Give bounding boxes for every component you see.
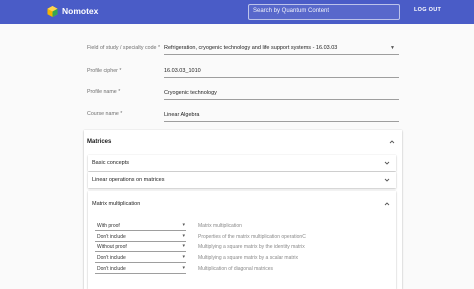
chevron-down-icon[interactable] [384, 177, 390, 183]
field-of-study-select[interactable]: Refrigeration, cryogenic technology and … [164, 45, 337, 51]
field-underline [164, 77, 399, 78]
matrices-panel-title[interactable]: Matrices [87, 139, 111, 145]
dropdown-arrow-icon: ▾ [182, 254, 185, 260]
field-underline [164, 121, 399, 122]
inclusion-select-value: Without proof [97, 244, 127, 250]
dropdown-arrow-icon: ▾ [182, 265, 185, 271]
basic-concepts-panel[interactable] [88, 155, 396, 171]
inclusion-select[interactable]: With proof ▾ [95, 222, 186, 231]
field-underline [164, 99, 399, 100]
inclusion-select-value: Don't include [97, 234, 126, 240]
topic-description: Multiplying a square matrix by a scalar … [198, 255, 299, 261]
chevron-down-icon[interactable] [384, 160, 390, 166]
inclusion-select[interactable]: Don't include ▾ [95, 265, 186, 274]
chevron-up-icon[interactable] [384, 201, 390, 207]
chevron-down-icon[interactable]: ▼ [390, 45, 395, 51]
inclusion-select-value: With proof [97, 223, 120, 229]
course-name-label: Course name * [87, 111, 123, 117]
profile-name-label: Profile name * [87, 89, 121, 95]
linear-operations-title[interactable]: Linear operations on matrices [92, 177, 164, 183]
app-bar: Nomotex Search by Quantum Content LOG OU… [0, 0, 474, 24]
inclusion-select[interactable]: Don't include ▾ [95, 233, 186, 242]
inclusion-select[interactable]: Don't include ▾ [95, 254, 186, 263]
search-placeholder: Search by Quantum Content [253, 8, 330, 14]
dropdown-arrow-icon: ▾ [182, 233, 185, 239]
matrix-multiplication-title[interactable]: Matrix multiplication [92, 201, 140, 207]
topic-description: Multiplying a square matrix by the ident… [198, 244, 305, 250]
profile-name-field[interactable]: Cryogenic technology [164, 90, 217, 96]
dropdown-arrow-icon: ▾ [182, 243, 185, 249]
field-underline [164, 54, 399, 55]
inclusion-select-value: Don't include [97, 266, 126, 272]
basic-concepts-title[interactable]: Basic concepts [92, 160, 129, 166]
topic-description: Properties of the matrix multiplication … [198, 234, 306, 240]
course-name-field[interactable]: Linear Algebra [164, 112, 199, 118]
field-of-study-label: Field of study / specialty code * [87, 45, 161, 51]
search-input[interactable]: Search by Quantum Content [248, 4, 400, 20]
topic-description: Multiplication of diagonal matrices [198, 266, 274, 272]
inclusion-select-value: Don't include [97, 255, 126, 261]
dropdown-arrow-icon: ▾ [182, 222, 185, 228]
inclusion-select[interactable]: Without proof ▾ [95, 243, 186, 252]
topic-description: Matrix multiplication [198, 223, 242, 229]
chevron-up-icon[interactable] [389, 139, 395, 145]
profile-cipher-label: Profile cipher * [87, 68, 122, 74]
app-logo-icon [47, 6, 58, 17]
profile-cipher-field[interactable]: 16.03.03_1010 [164, 68, 201, 74]
app-name: Nomotex [62, 6, 99, 16]
logout-button[interactable]: LOG OUT [414, 7, 441, 13]
